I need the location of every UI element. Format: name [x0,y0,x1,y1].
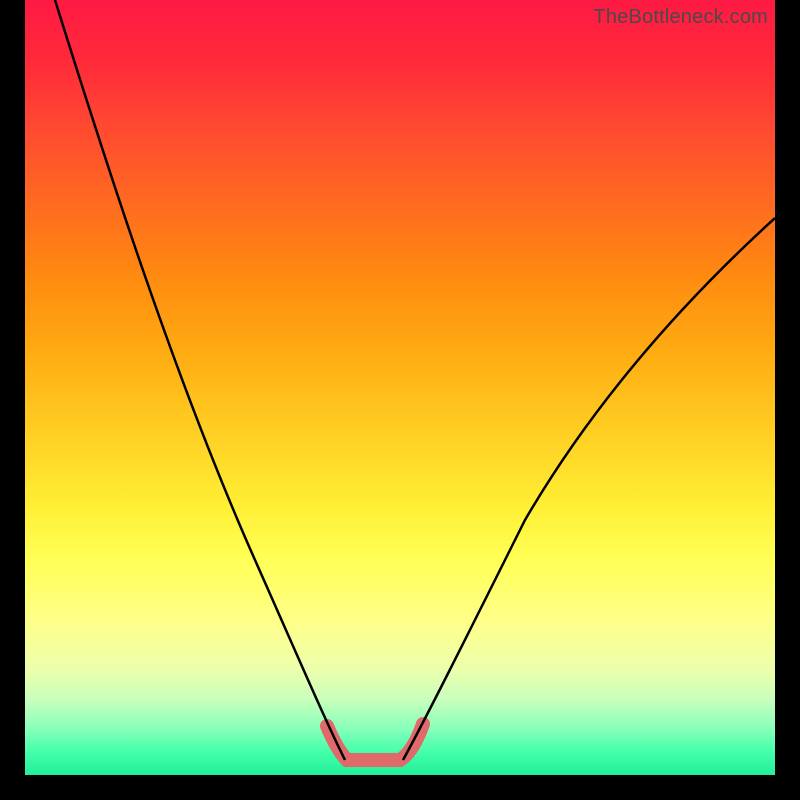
left-curve [55,0,345,760]
watermark-text: TheBottleneck.com [593,6,768,29]
right-curve [403,218,775,760]
chart-curves [25,0,775,775]
